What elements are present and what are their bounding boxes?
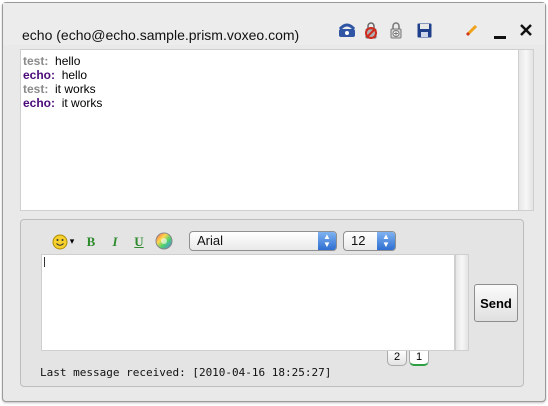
color-wheel-icon [155,232,173,250]
smiley-icon [52,234,68,250]
compose-panel: ▾ B I U Arial ▲ ▼ 12 ▲ ▼ Send 2 1 Last m… [20,219,524,387]
chat-log[interactable]: test: hello echo: hello test: it works e… [20,49,534,211]
message-sender: test: [23,82,49,96]
chat-message: echo: hello [23,68,518,82]
emoji-dropdown-arrow: ▾ [69,237,75,247]
message-text: hello [55,54,81,68]
emoji-button[interactable]: ▾ [48,232,78,252]
font-size-select[interactable]: 12 ▲ ▼ [343,231,396,251]
message-sender: echo: [23,68,56,82]
message-input[interactable] [41,254,455,351]
underline-button[interactable]: U [131,232,147,252]
minimize-icon[interactable] [491,25,509,43]
font-family-select[interactable]: Arial ▲ ▼ [189,231,337,251]
lock-blocked-icon[interactable] [362,21,380,39]
pencil-icon[interactable] [463,21,481,39]
chat-message: test: hello [23,54,518,68]
chat-window: echo (echo@echo.sample.prism.voxeo.com) [2,2,546,402]
lock-add-icon[interactable] [387,21,405,39]
select-arrows-icon: ▲ ▼ [377,232,395,250]
message-text: hello [61,68,88,82]
page-tab-1[interactable]: 1 [409,351,429,366]
last-received-status: Last message received: [2010-04-16 18:25… [40,366,332,379]
save-icon[interactable] [415,21,433,39]
title-bar: echo (echo@echo.sample.prism.voxeo.com) [3,3,545,45]
message-input-scrollbar[interactable] [455,254,469,351]
font-family-value: Arial [197,233,224,248]
message-text: it works [61,96,103,110]
page-tab-2[interactable]: 2 [387,351,407,366]
bold-button[interactable]: B [83,232,99,252]
message-sender: echo: [23,96,56,110]
chat-message: test: it works [23,82,518,96]
message-sender: test: [23,54,49,68]
text-caret [44,257,45,267]
chat-log-scrollbar[interactable] [518,49,534,211]
font-size-value: 12 [351,233,366,248]
message-text: it works [55,82,96,96]
close-icon[interactable] [517,21,535,39]
send-button[interactable]: Send [474,284,518,322]
select-arrows-icon: ▲ ▼ [318,232,336,250]
window-title: echo (echo@echo.sample.prism.voxeo.com) [22,27,300,43]
italic-button[interactable]: I [107,232,123,252]
phone-icon[interactable] [338,21,356,39]
chat-message: echo: it works [23,96,518,110]
text-color-button[interactable] [154,232,176,252]
